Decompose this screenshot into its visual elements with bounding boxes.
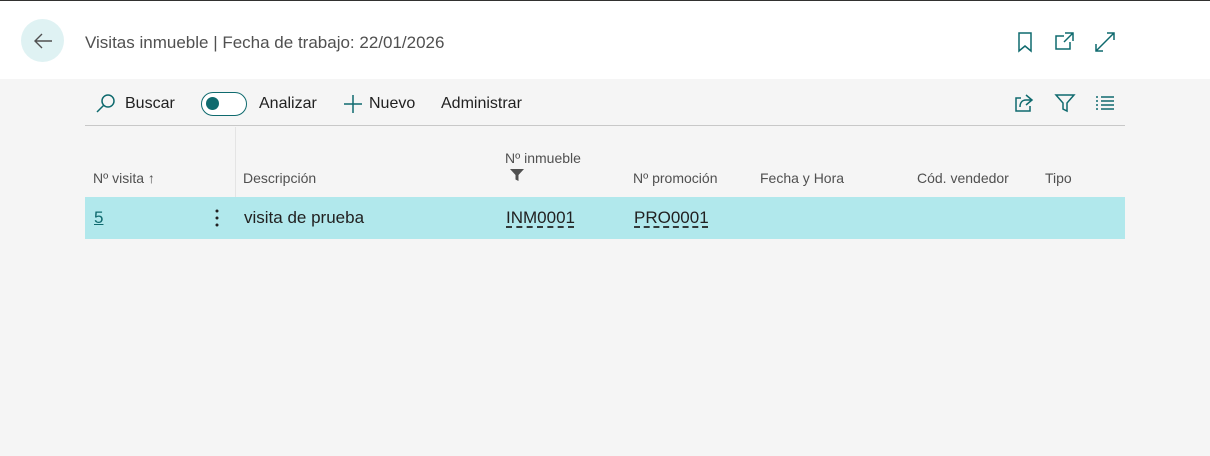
- property-no-cell[interactable]: INM0001: [506, 208, 575, 228]
- column-header-description[interactable]: Descripción: [243, 170, 316, 186]
- visit-no-header-label: Nº visita: [93, 170, 145, 186]
- search-label: Buscar: [125, 95, 175, 112]
- open-new-window-icon[interactable]: [1053, 31, 1075, 53]
- share-icon[interactable]: [1013, 92, 1035, 114]
- filter-icon[interactable]: [1054, 92, 1076, 114]
- back-button[interactable]: [21, 19, 64, 62]
- search-icon: [96, 94, 115, 113]
- search-button[interactable]: Buscar: [95, 92, 175, 116]
- column-header-property-no[interactable]: Nº inmueble: [505, 150, 581, 185]
- toggle-knob: [206, 97, 219, 110]
- property-no-header-label: Nº inmueble: [505, 150, 581, 166]
- visit-no-link[interactable]: 5: [94, 208, 103, 228]
- description-cell[interactable]: visita de prueba: [244, 208, 364, 228]
- sort-ascending-icon: ↑: [147, 170, 155, 186]
- column-header-promotion-no[interactable]: Nº promoción: [633, 170, 717, 186]
- bookmark-icon[interactable]: [1014, 31, 1036, 53]
- column-header-datetime[interactable]: Fecha y Hora: [760, 170, 844, 186]
- analyze-toggle[interactable]: Analizar: [201, 92, 317, 116]
- expand-icon[interactable]: [1094, 31, 1116, 53]
- analyze-switch[interactable]: [201, 92, 247, 116]
- plus-icon: [344, 95, 362, 113]
- action-bar: Buscar Analizar Nuevo Administrar: [85, 80, 1125, 126]
- row-actions-icon[interactable]: [215, 209, 219, 227]
- column-header-visit-no[interactable]: Nº visita ↑: [93, 170, 155, 186]
- promotion-no-cell[interactable]: PRO0001: [634, 208, 709, 228]
- list-view-icon[interactable]: [1094, 92, 1116, 114]
- column-header-seller-code[interactable]: Cód. vendedor: [917, 170, 1009, 186]
- column-filter-icon: [510, 169, 524, 181]
- new-button[interactable]: Nuevo: [343, 92, 415, 116]
- manage-label: Administrar: [441, 95, 522, 112]
- column-separator: [235, 127, 236, 197]
- table-row[interactable]: 5 visita de prueba INM0001 PRO0001: [85, 197, 1125, 239]
- page-header: Visitas inmueble | Fecha de trabajo: 22/…: [0, 1, 1210, 79]
- analyze-label: Analizar: [259, 95, 317, 112]
- page-title: Visitas inmueble | Fecha de trabajo: 22/…: [85, 33, 445, 52]
- column-header-type[interactable]: Tipo: [1045, 170, 1072, 186]
- new-label: Nuevo: [369, 95, 416, 112]
- manage-menu[interactable]: Administrar: [441, 92, 522, 116]
- back-arrow-icon: [33, 33, 52, 48]
